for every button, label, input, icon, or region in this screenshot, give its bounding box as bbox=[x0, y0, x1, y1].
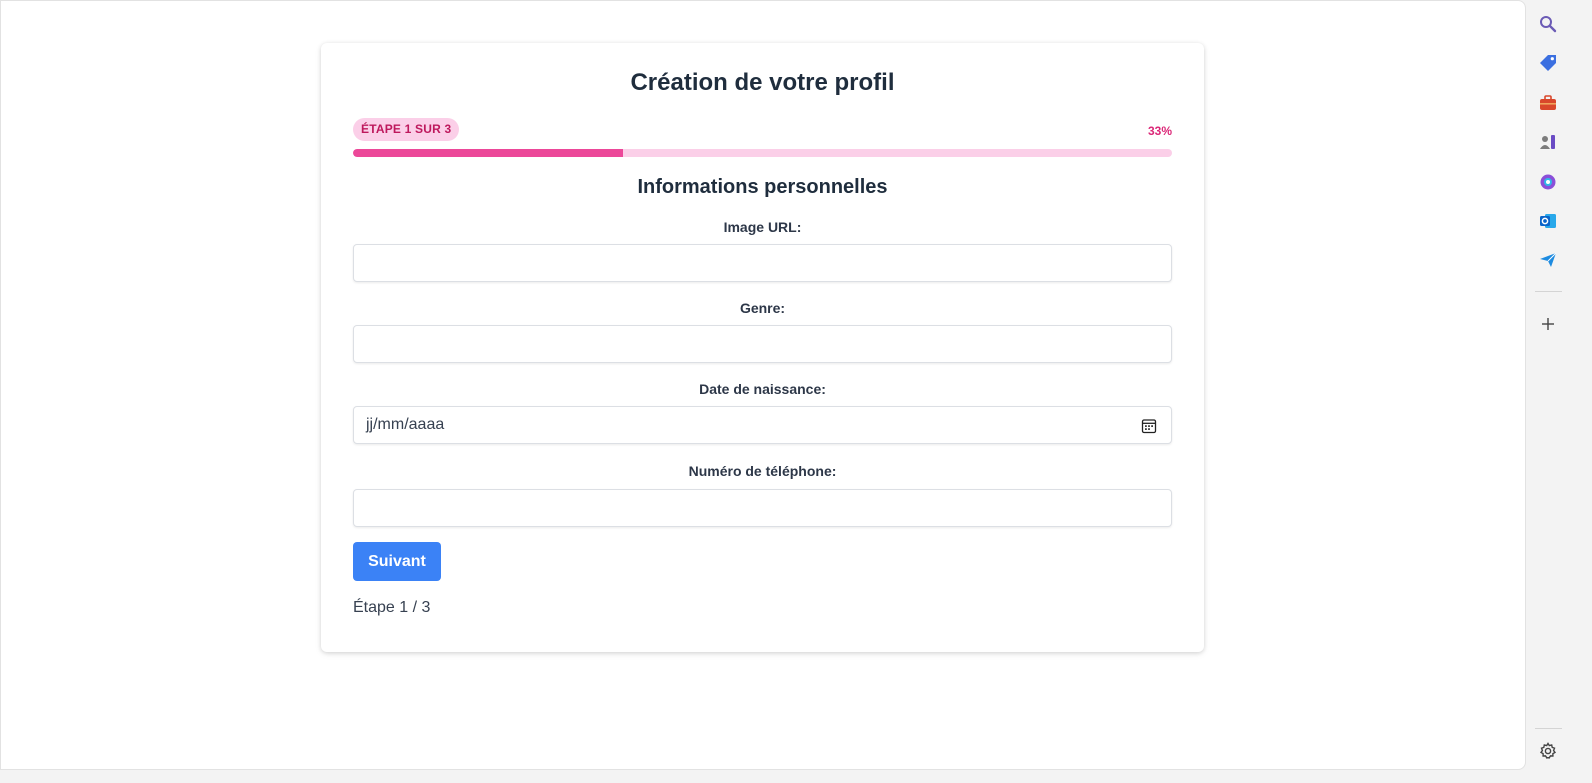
progress-bar bbox=[353, 149, 1172, 157]
sidebar-divider bbox=[1535, 291, 1562, 292]
outlook-icon[interactable] bbox=[1537, 210, 1558, 231]
birthdate-label: Date de naissance: bbox=[699, 381, 826, 397]
add-icon[interactable] bbox=[1537, 313, 1558, 334]
page-title: Création de votre profil bbox=[630, 69, 895, 96]
next-button[interactable]: Suivant bbox=[353, 542, 441, 581]
profile-form-card: Création de votre profil ÉTAPE 1 SUR 3 3… bbox=[321, 43, 1204, 652]
edge-sidebar bbox=[1527, 0, 1592, 783]
genre-input[interactable] bbox=[353, 325, 1172, 363]
copilot-icon[interactable] bbox=[1537, 171, 1558, 192]
section-title: Informations personnelles bbox=[637, 176, 888, 198]
image-url-input[interactable] bbox=[353, 244, 1172, 282]
settings-icon[interactable] bbox=[1537, 740, 1558, 761]
toolbox-icon[interactable] bbox=[1537, 92, 1558, 113]
phone-label: Numéro de téléphone: bbox=[688, 463, 837, 479]
image-url-label: Image URL: bbox=[723, 219, 802, 235]
send-icon[interactable] bbox=[1537, 249, 1558, 270]
step-indicator: Étape 1 / 3 bbox=[353, 599, 431, 616]
search-icon[interactable] bbox=[1537, 13, 1558, 34]
progress-bar-fill bbox=[353, 149, 624, 157]
browser-viewport: Création de votre profil ÉTAPE 1 SUR 3 3… bbox=[0, 0, 1526, 770]
sidebar-divider bbox=[1535, 728, 1562, 729]
tag-icon[interactable] bbox=[1537, 52, 1558, 73]
birthdate-input[interactable]: jj/mm/aaaa bbox=[353, 406, 1172, 444]
progress-percent: 33% bbox=[1147, 124, 1172, 138]
calendar-icon[interactable] bbox=[1141, 418, 1157, 434]
birthdate-placeholder: jj/mm/aaaa bbox=[366, 416, 445, 433]
step-badge: ÉTAPE 1 SUR 3 bbox=[353, 118, 460, 141]
games-icon[interactable] bbox=[1537, 131, 1558, 152]
genre-label: Genre: bbox=[739, 300, 786, 316]
phone-input[interactable] bbox=[353, 489, 1172, 527]
